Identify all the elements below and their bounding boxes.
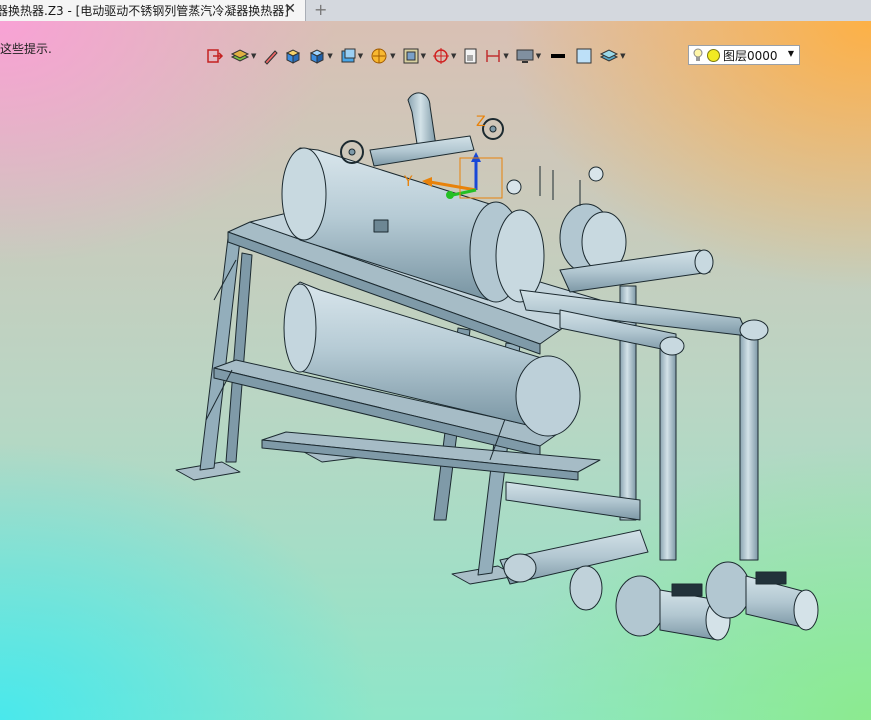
material-button[interactable]: ▼ — [597, 45, 627, 67]
name-plate — [373, 219, 389, 233]
document-tab-title: 器换热器.Z3 - [电动驱动不锈钢列管蒸汽冷凝器换热器] — [0, 4, 289, 18]
page-icon — [464, 48, 477, 64]
render-ball-icon — [371, 48, 387, 64]
pressure-gauge — [506, 179, 522, 195]
3d-viewport[interactable]: 这些提示. Z Y ▼ ▼ ▼ ▼ ▼ ▼ ▼ ▼ ▼ 图层0000 ▼ — [0, 21, 871, 720]
pressure-gauge — [588, 166, 604, 182]
display-mode-button[interactable]: ▼ — [337, 45, 365, 67]
view-cube-button[interactable]: ▼ — [306, 45, 334, 67]
return-pipe — [659, 339, 677, 561]
line-weight-icon — [551, 54, 566, 58]
monitor-button[interactable]: ▼ — [513, 45, 543, 67]
material-icon — [600, 49, 619, 62]
close-tab-icon[interactable]: ✕ — [284, 1, 296, 17]
page-button[interactable] — [460, 45, 480, 67]
upper-shell-flange — [281, 147, 327, 241]
target-icon — [432, 48, 449, 64]
axis-z-label: Z — [476, 114, 486, 130]
lower-shell-head — [515, 355, 581, 437]
render-button[interactable]: ▼ — [367, 45, 397, 67]
tab-bar: 器换热器.Z3 - [电动驱动不锈钢列管蒸汽冷凝器换热器] ✕ + — [0, 0, 871, 22]
document-tab[interactable]: 器换热器.Z3 - [电动驱动不锈钢列管蒸汽冷凝器换热器] ✕ — [0, 0, 306, 21]
view-toolbar: ▼ ▼ ▼ ▼ ▼ ▼ ▼ ▼ ▼ — [204, 44, 628, 68]
heat-exchanger-model[interactable]: Z Y — [0, 21, 871, 720]
exit-button[interactable] — [204, 45, 226, 67]
sketch-button[interactable] — [260, 45, 280, 67]
layer-select[interactable]: 图层0000 ▼ — [688, 45, 800, 65]
dimension-icon — [486, 50, 501, 62]
shade-button[interactable] — [282, 45, 304, 67]
axis-y-label: Y — [403, 174, 413, 190]
dimension-button[interactable]: ▼ — [482, 45, 510, 67]
layers-button[interactable]: ▼ — [228, 45, 258, 67]
color-button[interactable] — [573, 45, 595, 67]
monitor-icon — [516, 49, 534, 63]
solid-shade-icon — [286, 49, 301, 64]
layers-stack-icon — [230, 49, 250, 62]
chevron-down-icon[interactable]: ▼ — [788, 49, 794, 58]
line-weight-button[interactable] — [545, 45, 571, 67]
new-tab-icon[interactable]: + — [314, 0, 327, 20]
cube-view-icon — [310, 49, 325, 64]
exit-icon — [207, 49, 224, 63]
frame-button[interactable]: ▼ — [400, 45, 428, 67]
color-swatch-icon — [576, 48, 592, 64]
frame-icon — [403, 48, 419, 64]
pencil-icon — [264, 50, 279, 65]
layer-color-dot — [707, 48, 720, 62]
light-bulb-icon — [693, 48, 703, 61]
return-pipe — [739, 325, 759, 561]
snap-button[interactable]: ▼ — [430, 45, 458, 67]
layer-name: 图层0000 — [723, 48, 778, 63]
cube-blue-icon — [341, 48, 356, 63]
